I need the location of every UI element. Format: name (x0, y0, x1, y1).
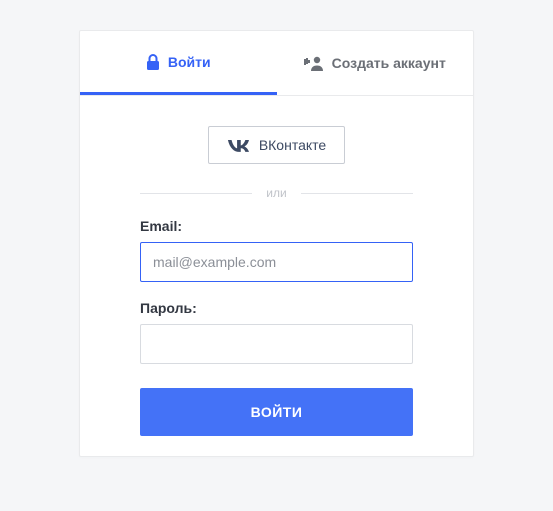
submit-button[interactable]: ВОЙТИ (140, 388, 413, 436)
tab-login-label: Войти (168, 54, 211, 70)
lock-icon (146, 54, 160, 70)
password-input[interactable] (140, 324, 413, 364)
divider-text: или (252, 186, 300, 200)
email-field-group: Email: (140, 218, 413, 282)
tabs: Войти Создать аккаунт (80, 31, 473, 96)
tab-register[interactable]: Создать аккаунт (277, 31, 474, 95)
vk-button-label: ВКонтакте (259, 137, 326, 153)
email-label: Email: (140, 218, 413, 234)
email-input[interactable] (140, 242, 413, 282)
password-label: Пароль: (140, 300, 413, 316)
divider: или (140, 186, 413, 200)
add-user-icon (304, 55, 324, 71)
auth-card: Войти Создать аккаунт ВКонтакт (79, 30, 474, 457)
tab-login[interactable]: Войти (80, 31, 277, 95)
card-body: ВКонтакте или Email: Пароль: ВОЙТИ (80, 96, 473, 456)
tab-register-label: Создать аккаунт (332, 55, 446, 71)
vk-login-button[interactable]: ВКонтакте (208, 126, 345, 164)
vk-icon (227, 139, 249, 152)
password-field-group: Пароль: (140, 300, 413, 364)
